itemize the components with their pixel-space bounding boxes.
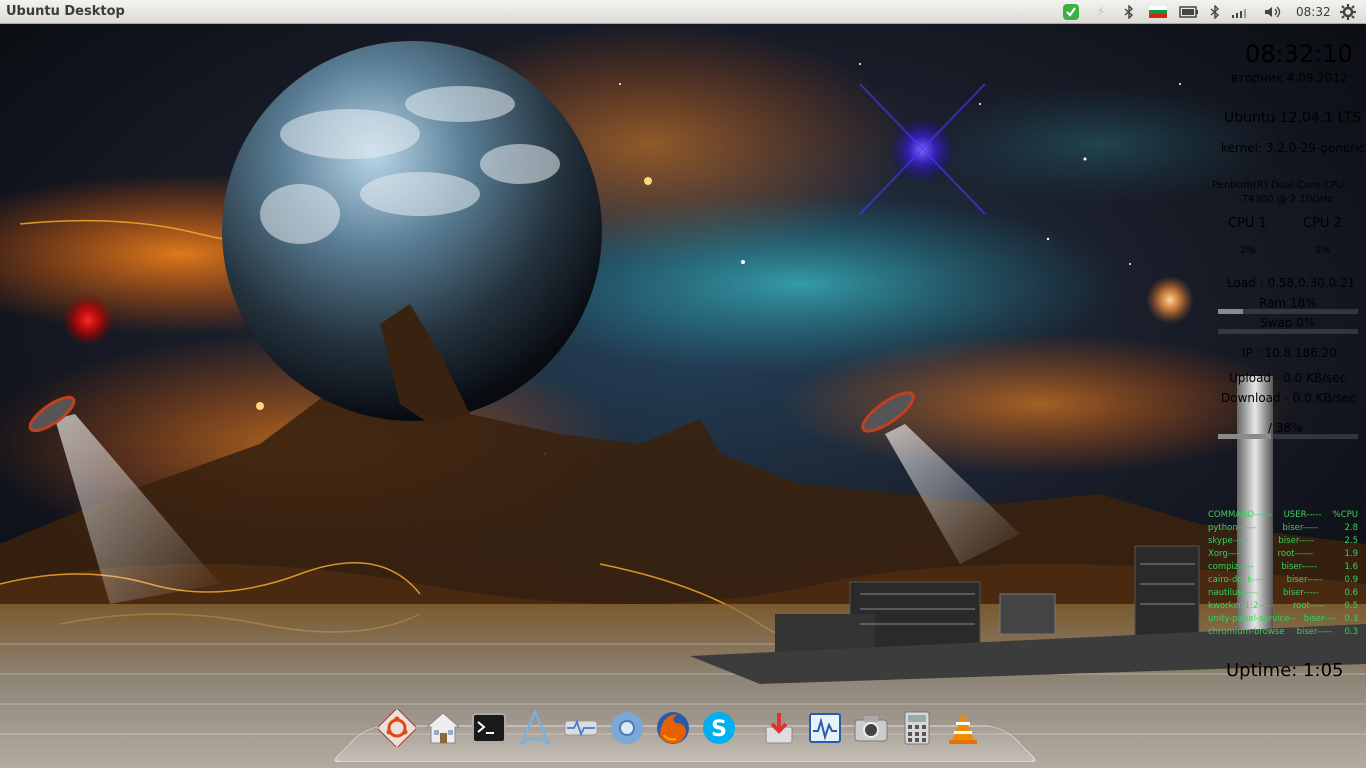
battery-icon[interactable] xyxy=(1178,3,1200,21)
table-row: kworker/1:2----- root----- 0.5 xyxy=(1208,600,1358,613)
vlc-icon[interactable] xyxy=(942,706,984,750)
process-command: chromium-browse xyxy=(1208,627,1285,637)
table-row: chromium-browse biser----- 0.3 xyxy=(1208,626,1358,639)
process-command: Xorg------ xyxy=(1208,549,1247,559)
table-row: python------ biser----- 2.8 xyxy=(1208,522,1358,535)
update-manager-icon[interactable] xyxy=(758,706,800,750)
conky-cpu2-label: CPU 2 xyxy=(1303,216,1342,231)
disk-usage-bar xyxy=(1218,434,1358,439)
window-title: Ubuntu Desktop xyxy=(6,4,125,19)
conky-ram: Ram 18% xyxy=(1259,296,1317,310)
process-cpu: 0.3 xyxy=(1344,627,1358,637)
process-cpu: 1.9 xyxy=(1344,549,1358,559)
process-user: biser---- xyxy=(1303,614,1337,624)
cairo-dock: S xyxy=(376,706,984,750)
conky-cpu1-value: 2% xyxy=(1240,245,1256,256)
process-cpu: 1.6 xyxy=(1344,562,1358,572)
disk-bar-fill xyxy=(1218,434,1272,439)
process-cpu: 0.9 xyxy=(1344,575,1358,585)
top-panel: Ubuntu Desktop ⚡ 08:32 xyxy=(0,0,1366,24)
process-cpu: 0.5 xyxy=(1344,601,1358,611)
process-command: compiz----- xyxy=(1208,562,1254,572)
screenshot-camera-icon[interactable] xyxy=(850,706,892,750)
firefox-icon[interactable] xyxy=(652,706,694,750)
ram-usage-bar xyxy=(1218,309,1358,314)
conky-upload: Upload - 0.0 KB/sec xyxy=(1229,371,1347,385)
system-monitor-icon[interactable] xyxy=(804,706,846,750)
process-command: kworker/1:2----- xyxy=(1208,601,1274,611)
home-folder-icon[interactable] xyxy=(422,706,464,750)
process-user: biser----- xyxy=(1278,536,1315,546)
network-monitor-icon[interactable] xyxy=(560,706,602,750)
table-header: COMMAND------ USER----- %CPU xyxy=(1208,509,1358,522)
bluetooth-icon[interactable] xyxy=(1122,3,1136,21)
unused-tray-icon[interactable]: ⚡ xyxy=(1094,3,1108,21)
column-header-cpu: %CPU xyxy=(1332,510,1358,520)
bluetooth-icon[interactable] xyxy=(1208,3,1222,21)
table-row: Xorg------ root------ 1.9 xyxy=(1208,548,1358,561)
keyboard-layout-flag-icon[interactable] xyxy=(1147,3,1169,21)
conky-cpu-model-2: T4300 @ 2.10GHz xyxy=(1242,194,1333,205)
table-row: skype----- biser----- 2.5 xyxy=(1208,535,1358,548)
conky-load: Load : 0.58,0.30,0.21 xyxy=(1227,276,1356,290)
swap-usage-bar xyxy=(1218,329,1358,334)
column-header-user: USER----- xyxy=(1283,510,1322,520)
conky-ip: IP : 10.8.186.20 xyxy=(1242,346,1337,360)
process-cpu: 0.6 xyxy=(1344,588,1358,598)
volume-icon[interactable] xyxy=(1262,3,1284,21)
conky-download: Download - 0.0 KB/sec xyxy=(1221,391,1356,405)
network-signal-icon[interactable] xyxy=(1229,3,1251,21)
process-user: biser----- xyxy=(1282,523,1319,533)
power-gear-icon[interactable] xyxy=(1338,3,1358,21)
process-command: unity-panel-service-- xyxy=(1208,614,1296,624)
ram-bar-fill xyxy=(1218,309,1244,314)
conky-kernel: kernel: 3.2.0-29-generic xyxy=(1221,141,1366,155)
process-user: biser----- xyxy=(1286,575,1323,585)
conky-uptime: Uptime: 1:05 xyxy=(1226,660,1344,681)
arch-launcher-icon[interactable] xyxy=(514,706,556,750)
table-row: unity-panel-service-- biser---- 0.3 xyxy=(1208,613,1358,626)
checkmark-icon[interactable] xyxy=(1061,3,1081,21)
desktop-wallpaper xyxy=(0,24,1366,768)
svg-text:S: S xyxy=(711,717,727,742)
process-cpu: 0.3 xyxy=(1344,614,1358,624)
conky-cpu-model: Pentium(R) Dual-Core CPU xyxy=(1212,180,1345,191)
process-command: python------ xyxy=(1208,523,1257,533)
chromium-icon[interactable] xyxy=(606,706,648,750)
process-command: cairo-dock---- xyxy=(1208,575,1265,585)
skype-icon[interactable]: S xyxy=(698,706,740,750)
panel-clock[interactable]: 08:32 xyxy=(1296,5,1331,19)
conky-time: 08:32:10 xyxy=(1245,40,1353,68)
process-user: root----- xyxy=(1292,601,1326,611)
process-user: biser----- xyxy=(1281,562,1317,572)
conky-cpu1-label: CPU 1 xyxy=(1228,216,1267,231)
process-user: biser----- xyxy=(1296,627,1333,637)
conky-swap: Swap 0% xyxy=(1260,316,1316,330)
process-user: biser----- xyxy=(1282,588,1319,598)
terminal-icon[interactable] xyxy=(468,706,510,750)
conky-disk-usage: / 38% xyxy=(1268,421,1303,435)
process-user: root------ xyxy=(1277,549,1314,559)
table-row: compiz----- biser----- 1.6 xyxy=(1208,561,1358,574)
process-cpu: 2.8 xyxy=(1344,523,1358,533)
process-command: nautilus----- xyxy=(1208,588,1258,598)
process-cpu: 2.5 xyxy=(1344,536,1358,546)
conky-date: вторник 4.09.2012 xyxy=(1231,71,1348,85)
table-row: nautilus----- biser----- 0.6 xyxy=(1208,587,1358,600)
calculator-icon[interactable] xyxy=(896,706,938,750)
column-header-command: COMMAND------ xyxy=(1208,510,1273,520)
conky-os: Ubuntu 12.04.1 LTS xyxy=(1224,110,1361,126)
dock-separator xyxy=(744,706,754,750)
top-processes-table: COMMAND------ USER----- %CPU python-----… xyxy=(1208,509,1358,639)
conky-cpu2-value: 1% xyxy=(1315,245,1331,256)
ubuntu-software-center-icon[interactable] xyxy=(376,706,418,750)
process-command: skype----- xyxy=(1208,536,1249,546)
table-row: cairo-dock---- biser----- 0.9 xyxy=(1208,574,1358,587)
